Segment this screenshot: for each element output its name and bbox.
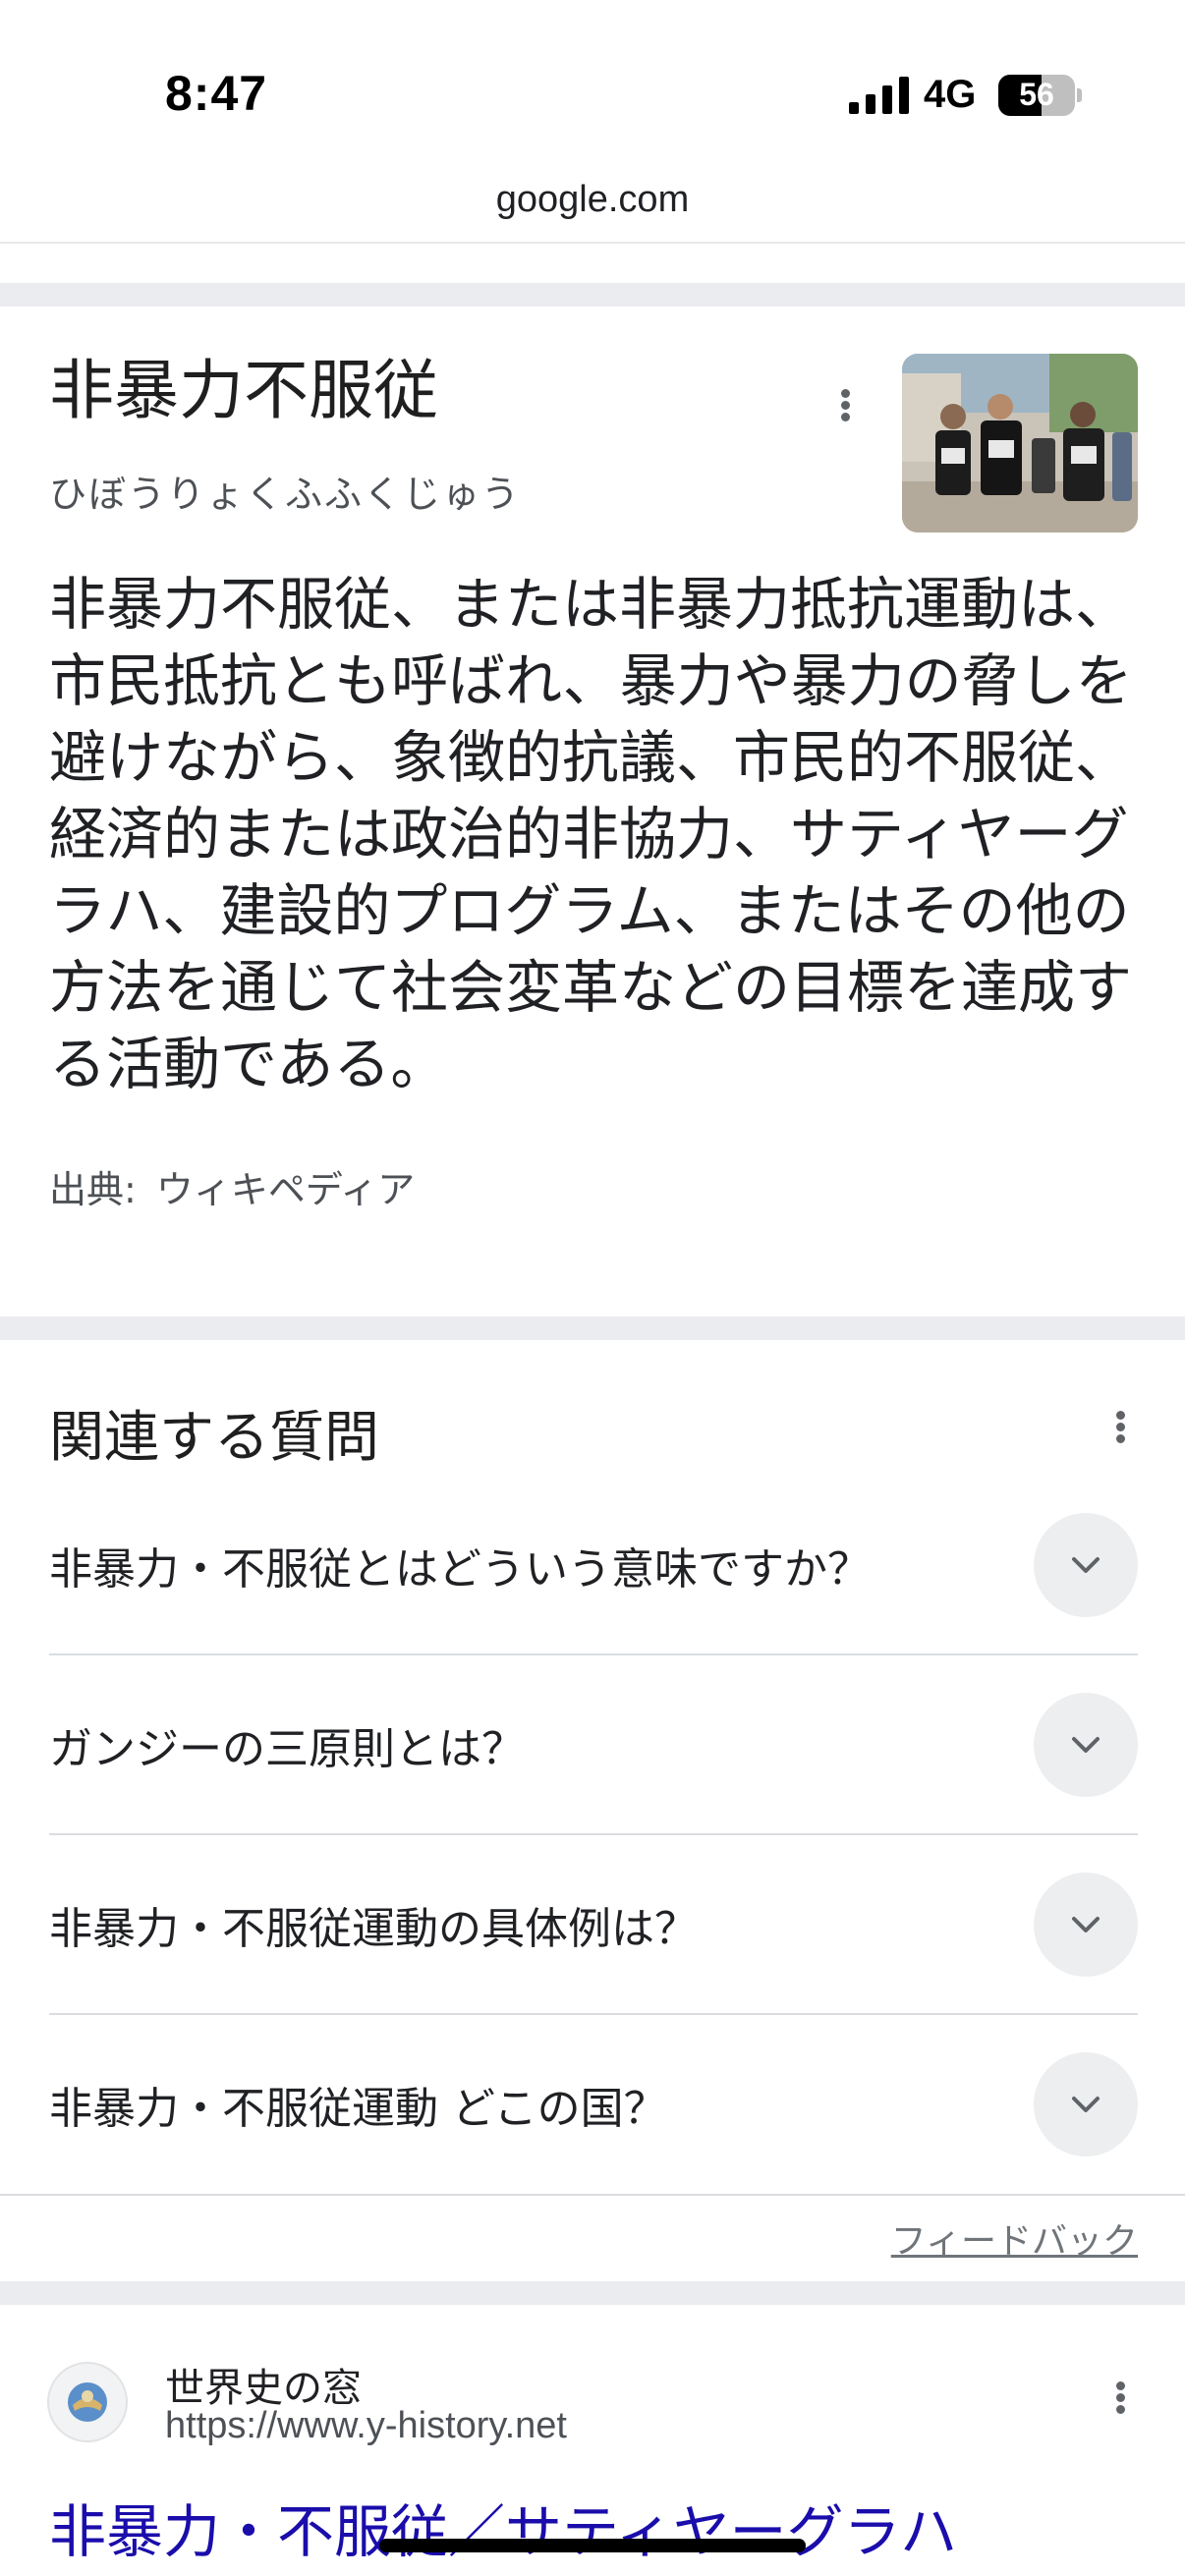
battery-tip (1077, 88, 1082, 102)
more-options-icon[interactable] (1100, 1397, 1140, 1456)
related-question-text: ガンジーの三原則とは？ (49, 1724, 525, 1774)
knowledge-panel-source: 出典: ウィキペディア (49, 1159, 415, 1213)
chevron-down-icon (1072, 1917, 1100, 1932)
chevron-down-icon (1072, 1557, 1100, 1573)
url-divider (0, 242, 1185, 244)
related-question-text: 非暴力・不服従とはどういう意味ですか？ (49, 1544, 871, 1595)
more-options-icon[interactable] (825, 375, 865, 434)
related-question-text: 非暴力・不服従運動の具体例は？ (49, 1904, 698, 1954)
expand-chevron-button[interactable] (1034, 1693, 1138, 1797)
source-label: 出典: (49, 1168, 137, 1211)
status-time: 8:47 (165, 66, 268, 121)
related-question-item[interactable]: ガンジーの三原則とは？ (49, 1655, 1138, 1834)
home-indicator[interactable] (379, 2539, 806, 2552)
section-separator (0, 2281, 1185, 2305)
related-question-item[interactable]: 非暴力・不服従運動 どこの国？ (49, 2015, 1138, 2194)
section-separator (0, 1316, 1185, 1340)
chevron-down-icon (1072, 1737, 1100, 1753)
site-favicon-icon (47, 2362, 128, 2442)
result-title-link[interactable]: 非暴力・不服従／サティヤーグラハ (49, 2486, 957, 2568)
network-type: 4G (924, 73, 977, 116)
chevron-down-icon (1072, 2097, 1100, 2112)
url-bar[interactable]: google.com (0, 179, 1185, 221)
knowledge-panel-description: 非暴力不服従、または非暴力抵抗運動は、市民抵抗とも呼ばれ、暴力や暴力の脅しを避け… (49, 571, 1133, 1097)
battery-level: 56 (1019, 77, 1054, 112)
signal-strength-icon (849, 77, 909, 114)
related-question-item[interactable]: 非暴力・不服従とはどういう意味ですか？ (49, 1476, 1138, 1654)
related-question-item[interactable]: 非暴力・不服従運動の具体例は？ (49, 1835, 1138, 2014)
expand-chevron-button[interactable] (1034, 1873, 1138, 1977)
feedback-link[interactable]: フィードバック (891, 2212, 1138, 2264)
divider (0, 2194, 1185, 2196)
section-separator (0, 283, 1185, 307)
expand-chevron-button[interactable] (1034, 2052, 1138, 2156)
protest-photo-image[interactable] (902, 354, 1138, 532)
related-question-text: 非暴力・不服従運動 どこの国？ (49, 2084, 667, 2134)
more-options-icon[interactable] (1100, 2368, 1140, 2427)
related-questions-heading: 関連する質問 (49, 1406, 379, 1470)
expand-chevron-button[interactable] (1034, 1513, 1138, 1617)
knowledge-panel-reading: ひぼうりょくふふくじゅう (49, 473, 522, 516)
knowledge-panel-title: 非暴力不服従 (49, 353, 438, 428)
result-site-url[interactable]: https://www.y-history.net (165, 2405, 567, 2447)
battery-icon: 56 (998, 75, 1075, 116)
source-link[interactable]: ウィキペディア (156, 1168, 415, 1211)
